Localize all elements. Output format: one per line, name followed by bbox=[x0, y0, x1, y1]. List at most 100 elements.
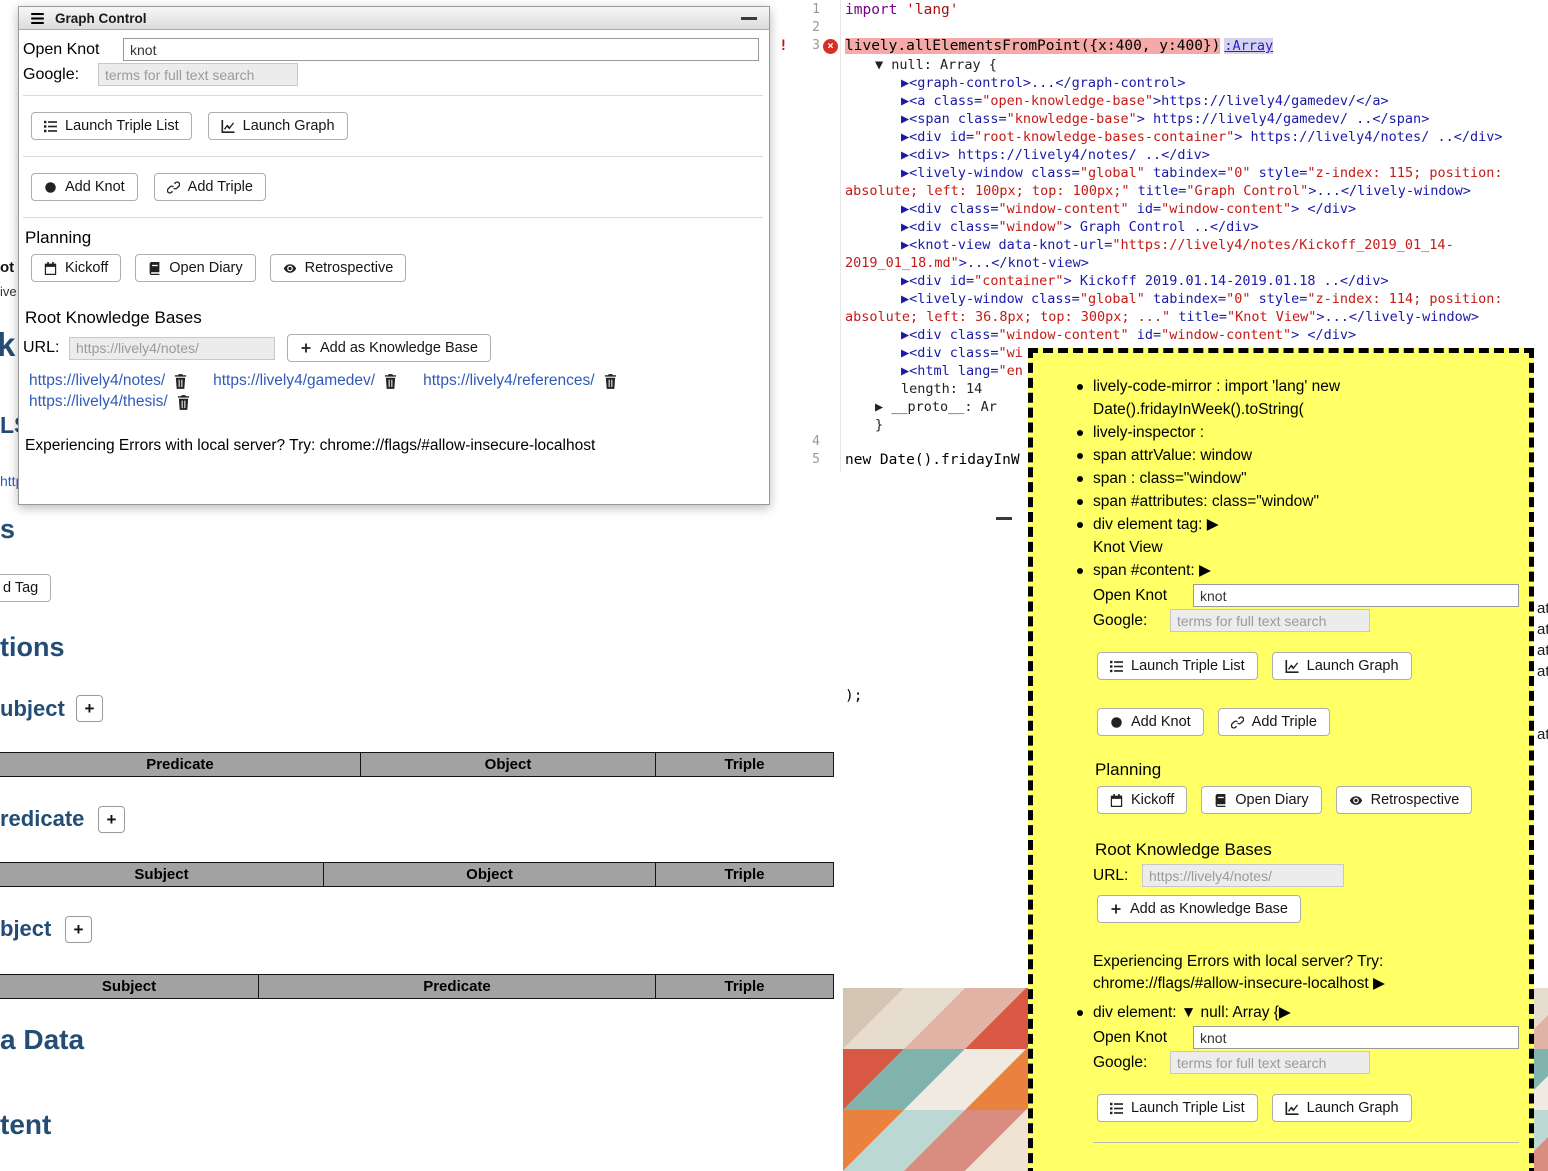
inspector-node[interactable]: ▶<div id="container"> Kickoff 2019.01.14… bbox=[845, 272, 1503, 290]
add-object-button[interactable]: + bbox=[65, 916, 92, 943]
minimize-button[interactable] bbox=[996, 517, 1012, 520]
filled-circle-icon bbox=[1110, 716, 1123, 729]
inspector-node[interactable]: ▶<a class="open-knowledge-base">https://… bbox=[845, 92, 1503, 110]
add-knot-button[interactable]: Add Knot bbox=[1097, 708, 1204, 736]
add-subject-button[interactable]: + bbox=[76, 695, 103, 722]
table-header-cell: Object bbox=[360, 752, 656, 777]
filled-circle-icon bbox=[44, 181, 57, 194]
plus-icon bbox=[1110, 903, 1122, 915]
kb-link[interactable]: https://lively4/thesis/ bbox=[29, 393, 168, 411]
kickoff-button[interactable]: Kickoff bbox=[1097, 786, 1187, 814]
log-entry: span attrValue: window bbox=[1047, 444, 1519, 467]
table-header-cell: Triple bbox=[655, 974, 834, 999]
launch-triple-list-button[interactable]: Launch Triple List bbox=[31, 112, 192, 140]
google-label: Google: bbox=[1093, 612, 1170, 630]
divider bbox=[23, 217, 763, 218]
add-tag-button[interactable]: d Tag bbox=[0, 574, 51, 602]
code-line-error[interactable]: ! 3 × lively.allElementsFromPoint({x:400… bbox=[770, 38, 1548, 56]
add-knot-button[interactable]: Add Knot bbox=[31, 173, 138, 201]
chain-link-icon bbox=[167, 181, 180, 194]
calendar-icon bbox=[44, 262, 57, 275]
code-line[interactable]: 1 import 'lang' bbox=[770, 2, 1548, 20]
launch-graph-button[interactable]: Launch Graph bbox=[208, 112, 348, 140]
inspector-node[interactable]: ▶<span class="knowledge-base"> https://l… bbox=[845, 110, 1503, 128]
kb-url-input[interactable] bbox=[1142, 864, 1344, 887]
plus-icon bbox=[300, 342, 312, 354]
add-triple-button[interactable]: Add Triple bbox=[1218, 708, 1330, 736]
open-knot-input[interactable] bbox=[1193, 584, 1519, 607]
window-title-fragment: ot bbox=[0, 259, 14, 276]
trash-icon[interactable] bbox=[174, 374, 187, 389]
inspector-node[interactable]: ▶<div class="window-content" id="window-… bbox=[845, 200, 1503, 218]
open-knot-input[interactable] bbox=[1193, 1026, 1519, 1049]
chain-link-icon bbox=[1231, 716, 1244, 729]
kb-link[interactable]: https://lively4/gamedev/ bbox=[213, 372, 375, 390]
code-line[interactable]: 2 bbox=[770, 20, 1548, 38]
add-kb-button[interactable]: Add as Knowledge Base bbox=[287, 334, 491, 362]
open-diary-button[interactable]: Open Diary bbox=[1201, 786, 1321, 814]
error-badge-icon[interactable]: × bbox=[823, 39, 838, 54]
inspector-node[interactable]: ▶<graph-control>...</graph-control> bbox=[845, 74, 1503, 92]
retrospective-button[interactable]: Retrospective bbox=[1336, 786, 1473, 814]
list-icon bbox=[1110, 1102, 1123, 1115]
code-closing-fragment: ); bbox=[845, 688, 862, 704]
launch-triple-list-button[interactable]: Launch Triple List bbox=[1097, 652, 1258, 680]
inspector-node[interactable]: ▶<lively-window class="global" tabindex=… bbox=[845, 290, 1503, 308]
kb-link[interactable]: https://lively4/references/ bbox=[423, 372, 594, 390]
divider bbox=[1093, 1142, 1519, 1143]
minimize-button[interactable] bbox=[741, 17, 757, 20]
inspector-node[interactable]: ▶<knot-view data-knot-url="https://livel… bbox=[845, 236, 1503, 254]
hamburger-menu-icon[interactable] bbox=[31, 13, 44, 24]
table-header-cell: Predicate bbox=[0, 752, 361, 777]
launch-graph-button[interactable]: Launch Graph bbox=[1272, 1094, 1412, 1122]
add-predicate-button[interactable]: + bbox=[98, 806, 125, 833]
log-entry: div element: ▼ null: Array {▶ bbox=[1047, 1001, 1519, 1024]
subject-heading-fragment: ubject bbox=[0, 696, 65, 722]
heading-fragment-s: s bbox=[0, 514, 15, 545]
code-text: lively.allElementsFromPoint({x:400, y:40… bbox=[845, 38, 1273, 54]
kb-url-input[interactable] bbox=[69, 337, 275, 360]
heading-fragment-kickoff: k bbox=[0, 326, 15, 364]
trash-icon[interactable] bbox=[384, 374, 397, 389]
add-kb-button[interactable]: Add as Knowledge Base bbox=[1097, 895, 1301, 923]
line-chart-icon bbox=[1285, 660, 1299, 673]
google-label: Google: bbox=[1093, 1054, 1170, 1072]
line-number: 1 bbox=[770, 2, 820, 17]
launch-triple-list-button[interactable]: Launch Triple List bbox=[1097, 1094, 1258, 1122]
inspector-node[interactable]: ▶<div class="window"> Graph Control ..</… bbox=[845, 218, 1503, 236]
log-entry: span : class="window" bbox=[1047, 467, 1519, 490]
kb-links-list: https://lively4/notes/ https://lively4/g… bbox=[29, 372, 761, 411]
highlighted-expression: lively.allElementsFromPoint({x:400, y:40… bbox=[845, 38, 1220, 54]
code-text: import 'lang' bbox=[845, 2, 959, 18]
google-search-input[interactable] bbox=[98, 63, 298, 86]
inspector-node[interactable]: absolute; left: 100px; top: 100px;" titl… bbox=[845, 182, 1503, 200]
inspector-node[interactable]: ▶<div id="root-knowledge-bases-container… bbox=[845, 128, 1503, 146]
eye-icon bbox=[1349, 794, 1363, 807]
inspector-node[interactable]: 2019_01_18.md">...</knot-view> bbox=[845, 254, 1503, 272]
result-annotation[interactable]: :Array bbox=[1224, 38, 1273, 54]
table-header-cell: Predicate bbox=[258, 974, 656, 999]
launch-graph-button[interactable]: Launch Graph bbox=[1272, 652, 1412, 680]
google-search-input[interactable] bbox=[1170, 609, 1370, 632]
inspector-node[interactable]: ▼ null: Array { bbox=[845, 56, 1503, 74]
table-header-cell: Subject bbox=[0, 862, 324, 887]
table-header-cell: Object bbox=[323, 862, 656, 887]
add-triple-button[interactable]: Add Triple bbox=[154, 173, 266, 201]
list-icon bbox=[1110, 660, 1123, 673]
trash-icon[interactable] bbox=[177, 395, 190, 410]
log-entry: span #content: ▶ bbox=[1047, 559, 1519, 582]
kb-link[interactable]: https://lively4/notes/ bbox=[29, 372, 165, 390]
open-knot-input[interactable] bbox=[123, 38, 759, 61]
inspector-node[interactable]: absolute; left: 36.8px; top: 300px; ..."… bbox=[845, 308, 1503, 326]
inspector-node[interactable]: ▶<lively-window class="global" tabindex=… bbox=[845, 164, 1503, 182]
inspector-node[interactable]: ▶<div class="window-content" id="window-… bbox=[845, 326, 1503, 344]
table-header-cell: Triple bbox=[655, 862, 834, 887]
retrospective-button[interactable]: Retrospective bbox=[270, 254, 407, 282]
open-diary-button[interactable]: Open Diary bbox=[135, 254, 255, 282]
trash-icon[interactable] bbox=[604, 374, 617, 389]
window-titlebar[interactable]: Graph Control bbox=[19, 7, 769, 30]
line-number: 2 bbox=[770, 20, 820, 35]
kickoff-button[interactable]: Kickoff bbox=[31, 254, 121, 282]
google-search-input[interactable] bbox=[1170, 1051, 1370, 1074]
inspector-node[interactable]: ▶<div> https://lively4/notes/ ..</div> bbox=[845, 146, 1503, 164]
